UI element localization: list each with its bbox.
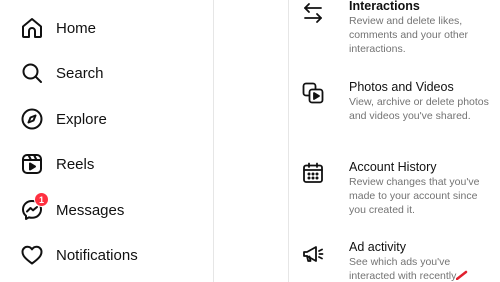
activity-item-description: Review changes that you've made to your … — [349, 176, 480, 216]
sidebar-item-home[interactable]: Home — [18, 12, 198, 44]
activity-item-description: See which ads you've interacted with rec… — [349, 256, 459, 282]
photos-videos-icon — [301, 81, 325, 105]
activity-item-title: Interactions — [349, 0, 420, 13]
activity-item-description: View, archive or delete photos and video… — [349, 96, 489, 122]
arrows-exchange-icon — [301, 2, 325, 26]
content-gap — [215, 0, 287, 282]
activity-item-title: Photos and Videos — [349, 80, 454, 94]
sidebar-item-label: Messages — [56, 201, 125, 219]
your-activity-panel: Interactions Review and delete likes, co… — [288, 0, 500, 282]
annotation-arrow-icon — [456, 270, 468, 280]
activity-item-description: Review and delete likes, comments and yo… — [349, 15, 469, 55]
sidebar-item-label: Home — [56, 19, 97, 37]
sidebar-item-search[interactable]: Search — [18, 57, 198, 89]
activity-item-title: Account History — [349, 160, 437, 174]
sidebar-item-label: Explore — [56, 110, 107, 128]
heart-icon — [18, 241, 46, 269]
sidebar-item-label: Search — [56, 64, 104, 82]
app-window: Home Search Explore Reels 1 Messages Not… — [0, 0, 500, 282]
message-count-badge: 1 — [34, 192, 49, 207]
sidebar-item-label: Reels — [56, 155, 95, 173]
activity-item-account-history[interactable]: Account History Review changes that you'… — [289, 156, 500, 220]
activity-item-interactions[interactable]: Interactions Review and delete likes, co… — [289, 0, 500, 60]
activity-item-ad-activity[interactable]: Ad activity See which ads you've interac… — [289, 236, 500, 282]
sidebar-item-explore[interactable]: Explore — [18, 103, 198, 135]
sidebar-item-reels[interactable]: Reels — [18, 148, 198, 180]
messenger-icon: 1 — [18, 192, 49, 224]
activity-item-photos-and-videos[interactable]: Photos and Videos View, archive or delet… — [289, 76, 500, 140]
sidebar-item-notifications[interactable]: Notifications — [18, 239, 198, 271]
sidebar-item-label: Notifications — [56, 246, 138, 264]
home-icon — [18, 14, 46, 42]
sidebar-item-messages[interactable]: 1 Messages — [18, 192, 198, 226]
search-icon — [18, 59, 46, 87]
compass-icon — [18, 105, 46, 133]
sidebar-nav: Home Search Explore Reels 1 Messages Not… — [0, 0, 214, 282]
reels-icon — [18, 150, 46, 178]
megaphone-icon — [301, 242, 325, 266]
activity-item-title: Ad activity — [349, 240, 406, 254]
calendar-icon — [301, 161, 325, 185]
